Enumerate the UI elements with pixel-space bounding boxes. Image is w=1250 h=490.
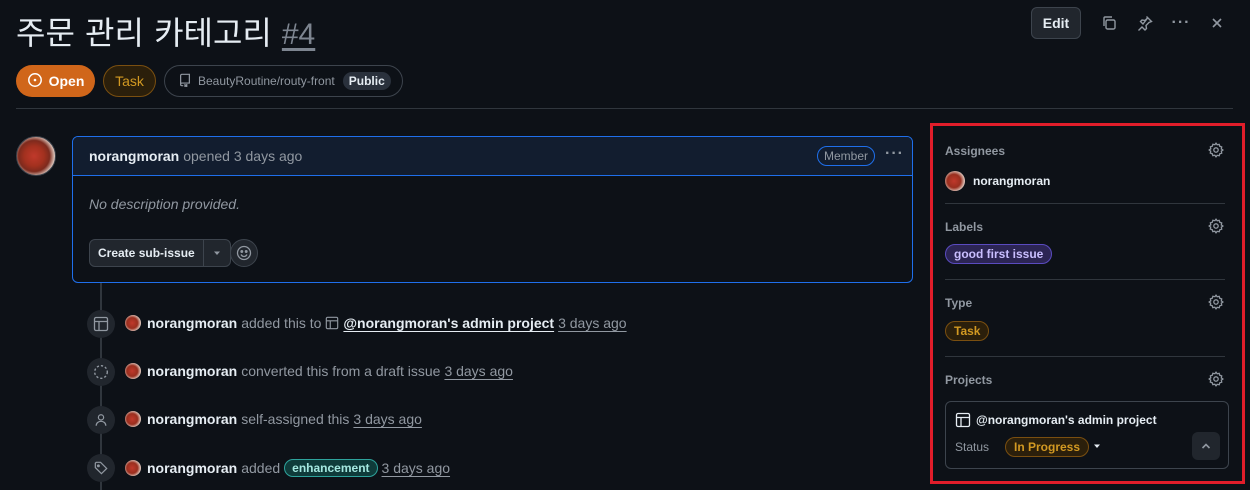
issue-type-badge[interactable]: Task — [103, 65, 156, 97]
issue-title-row: 주문 관리 카테고리 #4 — [16, 8, 315, 54]
assignees-heading: Assignees — [945, 144, 1006, 158]
member-badge: Member — [817, 146, 876, 166]
issue-body-comment: norangmoran opened 3 days ago Member ···… — [72, 136, 913, 283]
event-user[interactable]: norangmoran — [147, 460, 237, 476]
issue-number[interactable]: #4 — [282, 18, 315, 52]
event-user[interactable]: norangmoran — [147, 315, 237, 331]
project-card: @norangmoran's admin project Status In P… — [945, 401, 1229, 469]
label-good-first-issue[interactable]: good first issue — [945, 244, 1053, 264]
event-project-link[interactable]: @norangmoran's admin project — [343, 315, 554, 331]
sidebar-divider — [945, 203, 1225, 204]
open-issue-icon — [27, 72, 43, 91]
gear-icon[interactable] — [1207, 370, 1225, 388]
avatar — [945, 171, 965, 191]
project-table-icon — [955, 412, 971, 428]
timeline-event: norangmoran converted this from a draft … — [125, 363, 513, 379]
project-table-icon — [325, 316, 339, 330]
label-enhancement[interactable]: enhancement — [284, 459, 378, 477]
event-text: added — [241, 460, 281, 476]
event-time[interactable]: 3 days ago — [353, 411, 422, 427]
project-table-icon — [87, 310, 115, 338]
assignee-name[interactable]: norangmoran — [973, 174, 1050, 188]
event-text: converted this from a draft issue — [241, 363, 441, 379]
timeline-event: norangmoran added enhancement 3 days ago — [125, 459, 450, 477]
gear-icon[interactable] — [1207, 217, 1225, 235]
event-text: added this to — [241, 315, 322, 331]
assignee-item[interactable]: norangmoran — [945, 171, 1050, 191]
repo-badge[interactable]: BeautyRoutine/routy-front Public — [164, 65, 403, 97]
gear-icon[interactable] — [1207, 141, 1225, 159]
repo-name: BeautyRoutine/routy-front — [198, 74, 335, 88]
pin-icon[interactable] — [1134, 12, 1156, 34]
chevron-down-icon[interactable] — [1092, 441, 1102, 454]
event-user[interactable]: norangmoran — [147, 363, 237, 379]
event-time[interactable]: 3 days ago — [382, 460, 451, 476]
event-time[interactable]: 3 days ago — [558, 315, 627, 331]
person-icon — [87, 406, 115, 434]
status-value-badge[interactable]: In Progress — [1005, 437, 1090, 457]
event-user[interactable]: norangmoran — [147, 411, 237, 427]
comment-header: norangmoran opened 3 days ago Member ··· — [73, 137, 912, 176]
chevron-down-icon[interactable] — [204, 240, 230, 266]
repo-icon — [178, 73, 192, 90]
edit-button[interactable]: Edit — [1031, 7, 1081, 39]
create-sub-issue-split-button[interactable]: Create sub-issue — [89, 239, 231, 267]
close-icon[interactable] — [1206, 12, 1228, 34]
author-avatar[interactable] — [16, 136, 56, 176]
type-heading: Type — [945, 296, 973, 310]
draft-issue-icon — [87, 358, 115, 386]
issue-title: 주문 관리 카테고리 — [16, 14, 272, 52]
visibility-badge: Public — [342, 72, 391, 90]
project-title[interactable]: @norangmoran's admin project — [955, 412, 1157, 428]
labels-heading: Labels — [945, 220, 984, 234]
comment-meta: opened 3 days ago — [183, 148, 303, 164]
copy-icon[interactable] — [1098, 12, 1120, 34]
sidebar-divider — [945, 279, 1225, 280]
comment-author[interactable]: norangmoran — [89, 148, 179, 164]
projects-heading: Projects — [945, 373, 993, 387]
timeline-event: norangmoran self-assigned this 3 days ag… — [125, 411, 422, 427]
avatar[interactable] — [125, 363, 141, 379]
project-name[interactable]: @norangmoran's admin project — [976, 413, 1157, 427]
kebab-icon[interactable]: ··· — [1170, 12, 1192, 34]
status-label: Status — [955, 440, 990, 454]
state-badge-open: Open — [16, 65, 95, 97]
event-text: self-assigned this — [241, 411, 350, 427]
tag-icon — [87, 454, 115, 482]
comment-body: No description provided. — [89, 196, 240, 212]
avatar[interactable] — [125, 460, 141, 476]
chevron-up-icon[interactable] — [1192, 432, 1220, 460]
avatar[interactable] — [125, 315, 141, 331]
comment-menu-icon[interactable]: ··· — [885, 145, 904, 163]
event-time[interactable]: 3 days ago — [444, 363, 513, 379]
header-divider — [16, 108, 1233, 109]
avatar[interactable] — [125, 411, 141, 427]
type-task-badge[interactable]: Task — [945, 321, 990, 341]
sidebar-divider — [945, 356, 1225, 357]
state-label: Open — [48, 73, 85, 89]
gear-icon[interactable] — [1207, 293, 1225, 311]
timeline-event: norangmoran added this to @norangmoran's… — [125, 315, 627, 331]
add-reaction-smiley-icon[interactable] — [230, 239, 258, 267]
create-sub-issue-button[interactable]: Create sub-issue — [90, 240, 204, 266]
